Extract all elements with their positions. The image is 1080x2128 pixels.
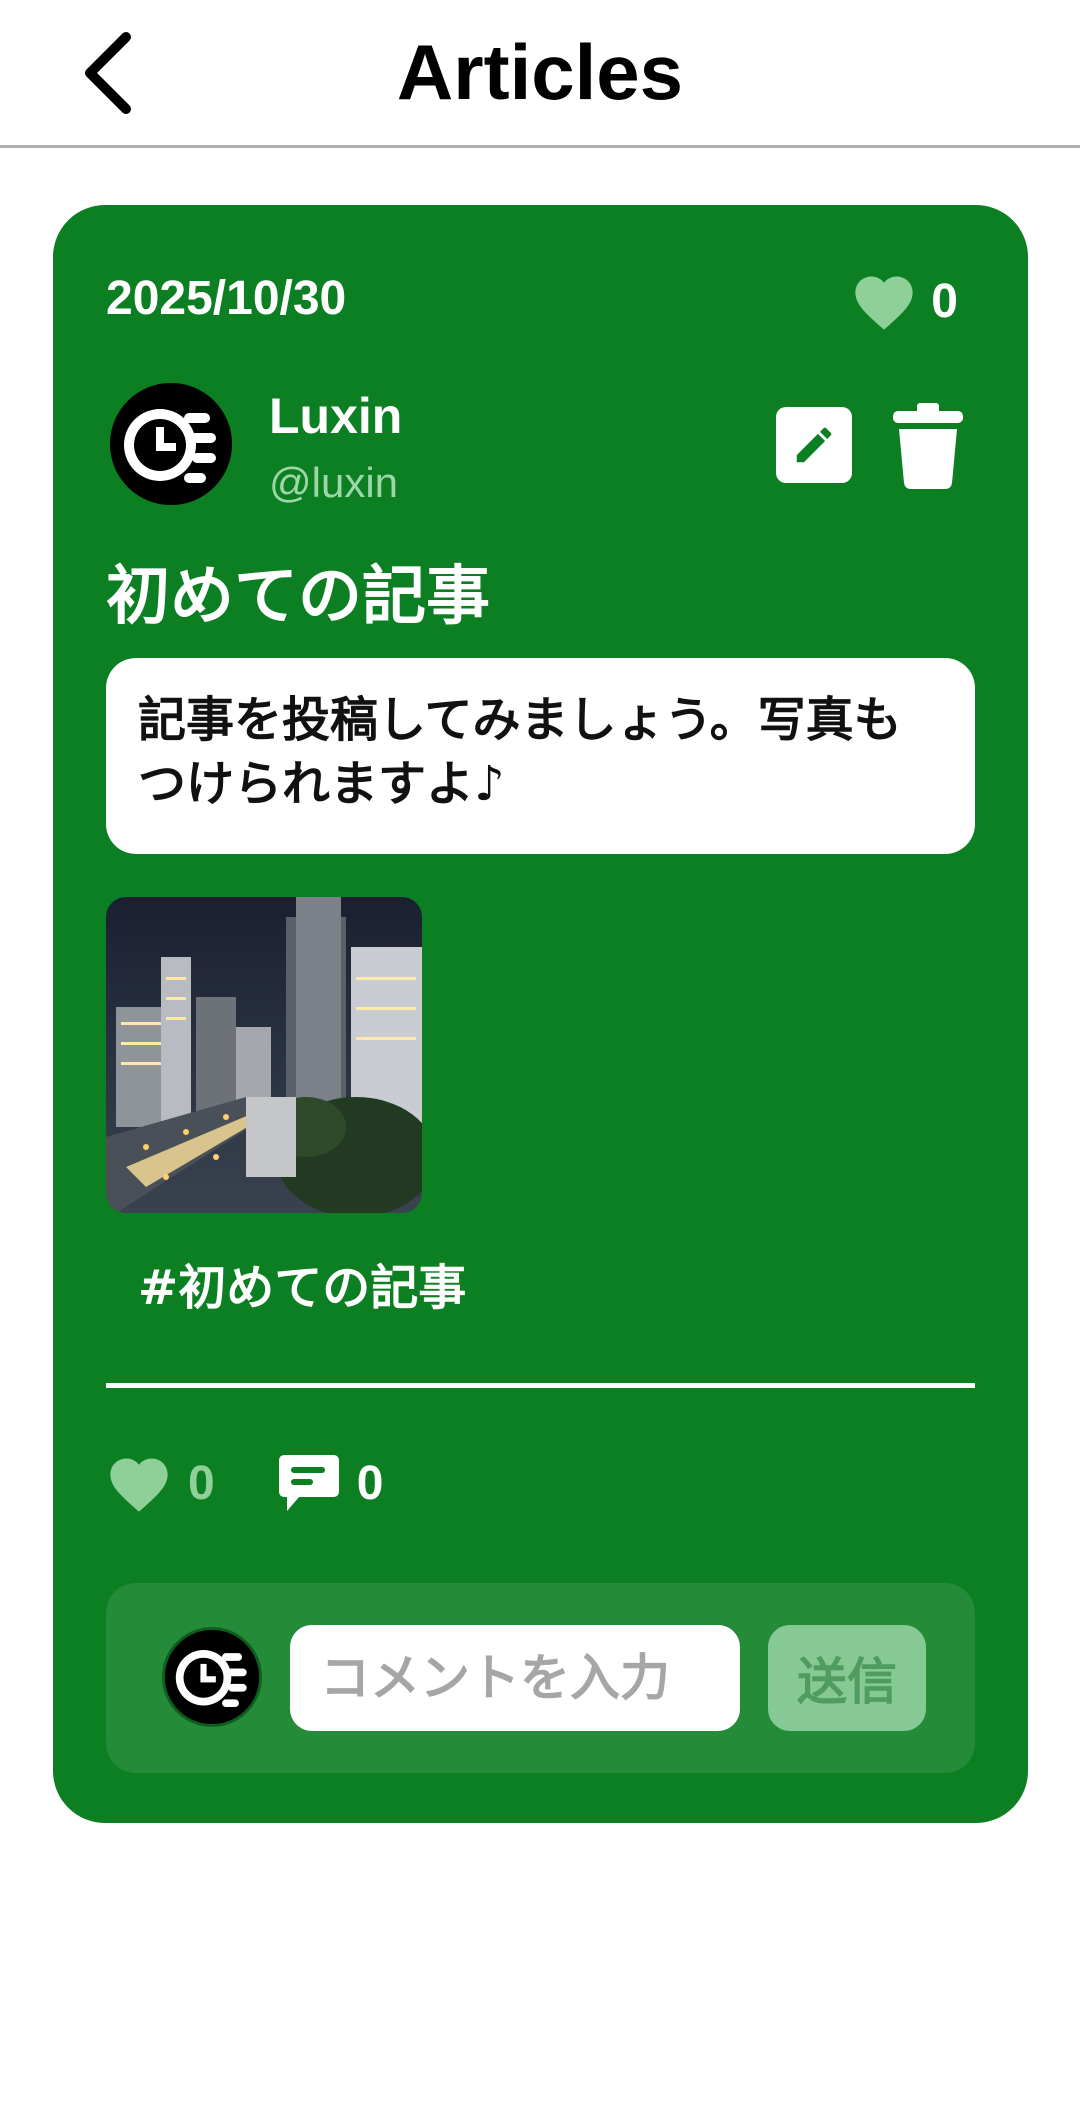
heart-icon [110,1458,168,1512]
author-name[interactable]: Luxin [269,387,402,445]
author-handle: @luxin [269,459,399,506]
comment-input[interactable] [290,1625,740,1731]
hashtag-link[interactable]: #初めての記事 [138,1248,466,1318]
delete-button[interactable] [891,401,965,491]
like-indicator[interactable]: 0 [851,271,958,331]
city-night-photo [106,897,422,1213]
clock-logo-icon [110,383,232,505]
app-header: Articles [0,0,1080,148]
like-count: 0 [931,274,958,328]
heart-icon [855,276,913,330]
trash-icon [893,403,963,489]
user-avatar [162,1627,262,1727]
send-button[interactable]: 送信 [768,1625,926,1731]
comment-count: 0 [356,1456,384,1510]
article-card: 2025/10/30 0 Luxin @luxin 初めての記事 記事を投稿して… [53,205,1028,1823]
article-stats: 0 0 [106,1448,383,1518]
article-photo[interactable] [106,897,422,1213]
article-title: 初めての記事 [106,560,490,634]
divider [106,1383,975,1388]
article-body: 記事を投稿してみましょう。写真もつけられますよ♪ [106,658,975,854]
author-avatar[interactable] [110,383,232,505]
page-title: Articles [396,28,684,116]
edit-button[interactable] [776,407,852,483]
like-count: 0 [188,1456,215,1510]
clock-logo-icon [165,1630,259,1724]
article-date: 2025/10/30 [106,272,347,325]
like-button[interactable]: 0 [106,1453,215,1513]
comment-button[interactable]: 0 [277,1453,384,1513]
article-body-text: 記事を投稿してみましょう。写真もつけられますよ♪ [138,692,902,812]
comment-icon [278,1455,339,1511]
comment-composer: 送信 [106,1583,975,1773]
pencil-icon [796,427,832,463]
